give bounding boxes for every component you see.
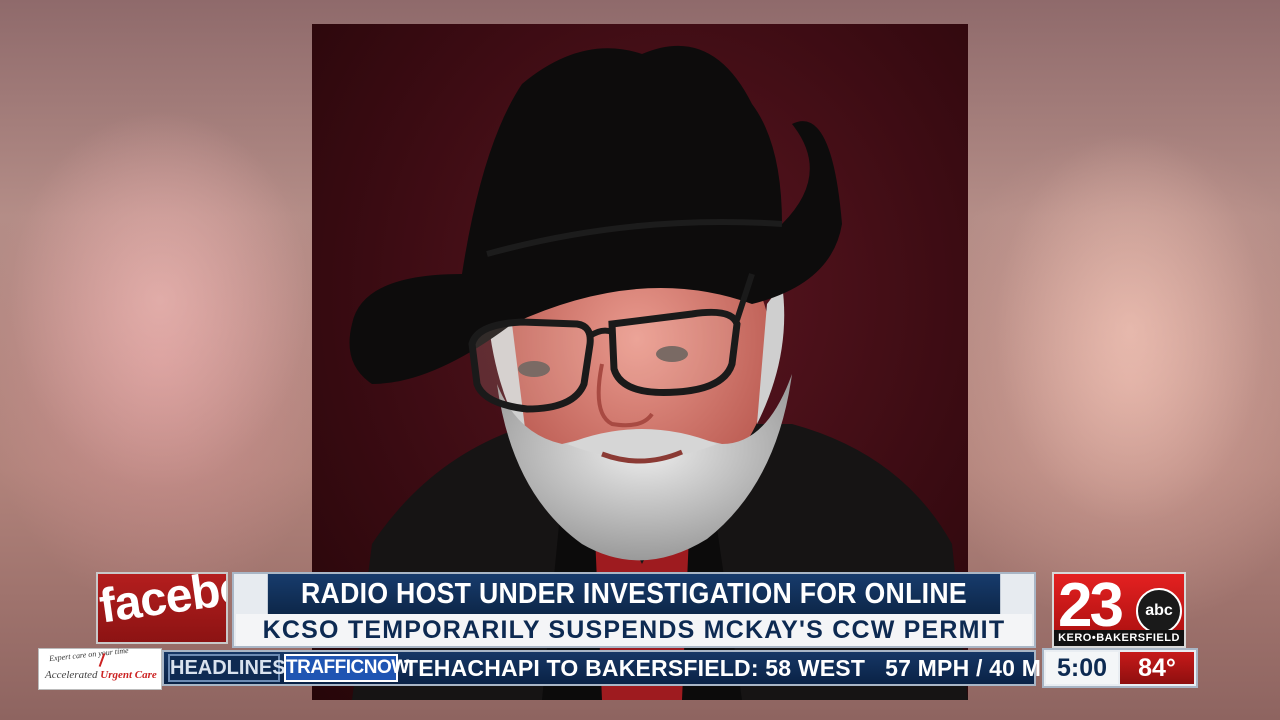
station-logo: 23 abc KERO•BAKERSFIELD: [1052, 571, 1186, 648]
ticker-route: TEHACHAPI TO BAKERSFIELD: 58 WEST: [404, 655, 866, 681]
ticker-text: TEHACHAPI TO BAKERSFIELD: 58 WEST 57 MPH …: [404, 652, 1126, 684]
sponsor-tagline: Expert care on your time: [48, 645, 129, 664]
sponsor-name: Accelerated Urgent Care: [45, 669, 157, 681]
station-callsign: KERO•BAKERSFIELD: [1054, 630, 1184, 646]
headline-sub: KCSO TEMPORARILY SUSPENDS MCKAY'S CCW PE…: [236, 614, 1032, 646]
sponsor-logo: Expert care on your time Accelerated Urg…: [38, 645, 162, 690]
ticker-section-label: HEADLINES: [168, 654, 286, 682]
ticker-segment-label: TRAFFICNOW: [284, 654, 409, 682]
headline-main: RADIO HOST UNDER INVESTIGATION FOR ONLIN…: [267, 574, 1001, 650]
facebook-source-graphic: facebo: [96, 572, 228, 644]
temperature: 84°: [1120, 652, 1194, 684]
clock-time: 5:00: [1046, 652, 1118, 684]
facebook-logo-text: facebo: [96, 572, 228, 634]
abc-network-icon: abc: [1136, 588, 1182, 634]
